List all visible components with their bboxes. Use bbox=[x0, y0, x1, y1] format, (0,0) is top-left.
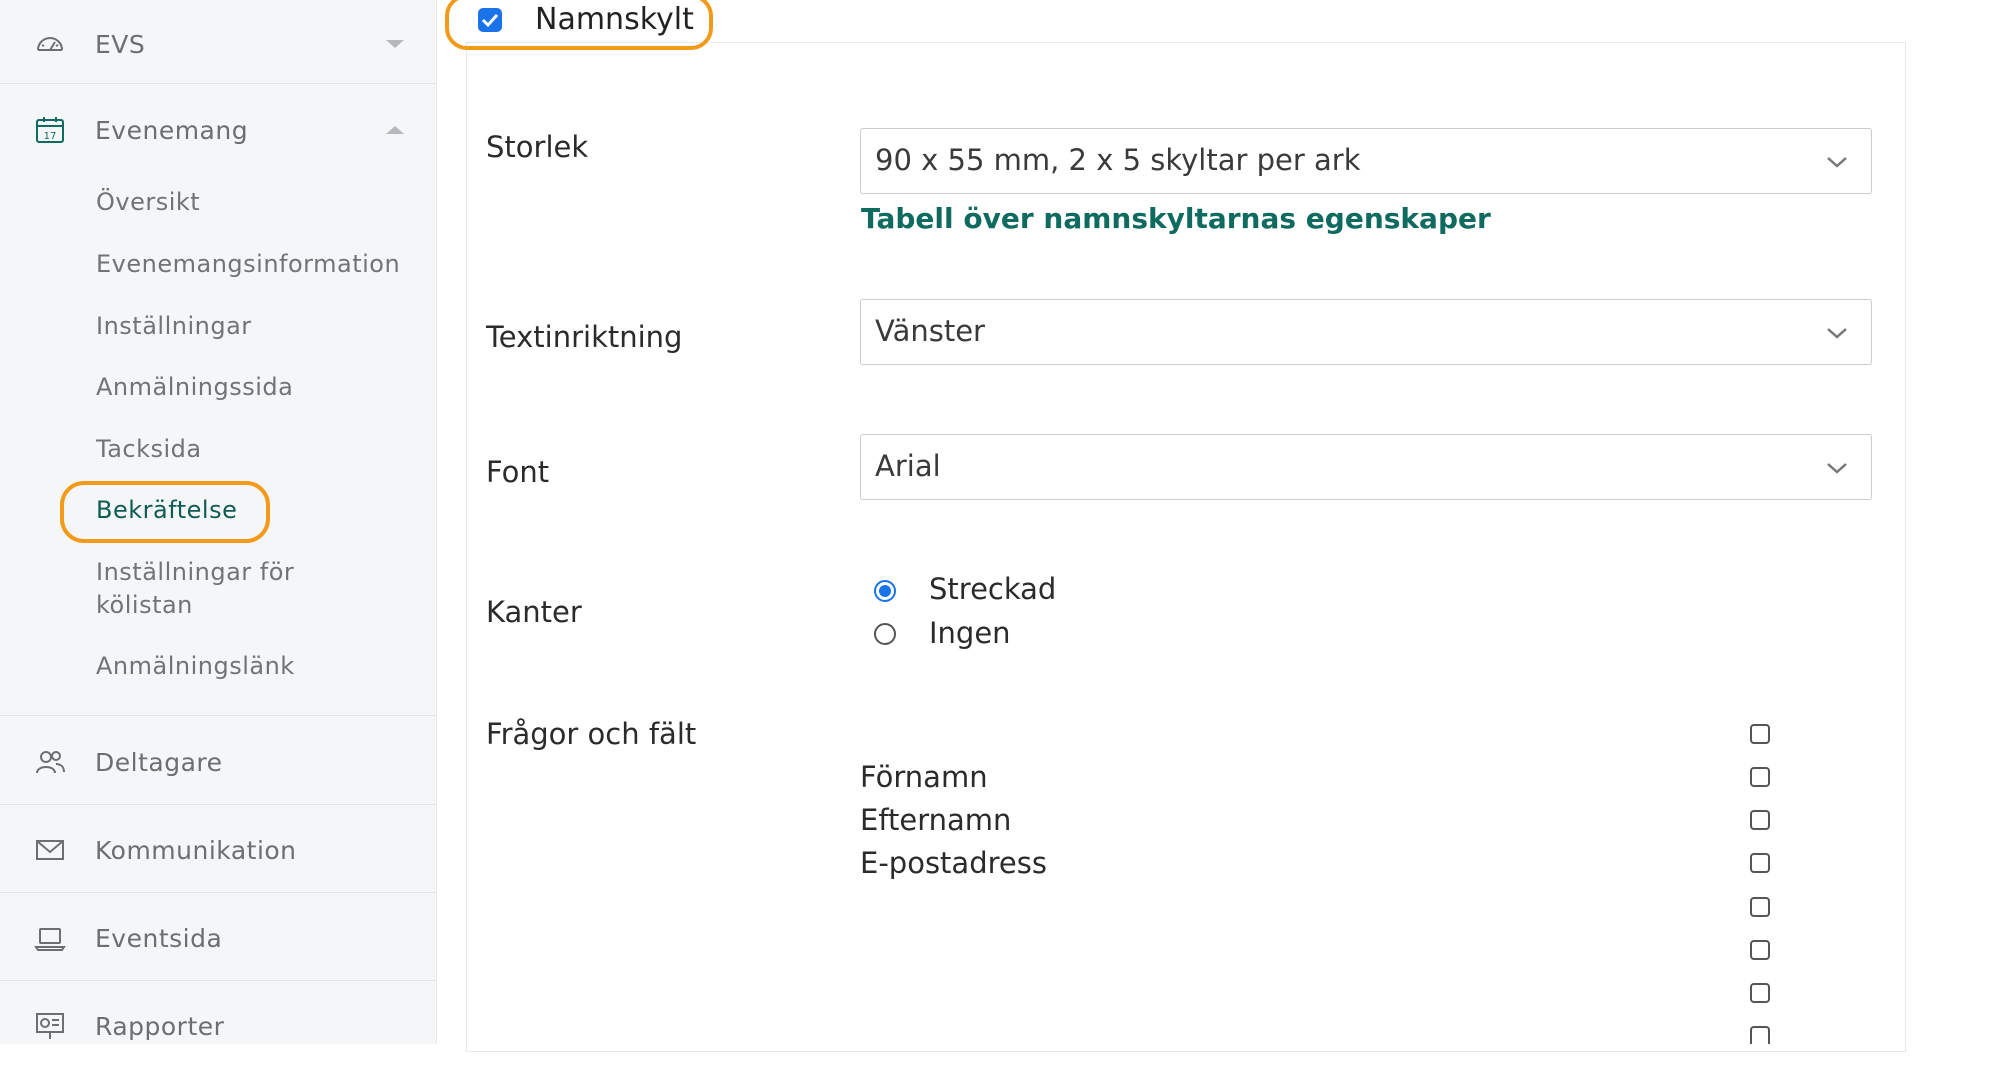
radio-ingen-label: Ingen bbox=[929, 616, 1011, 650]
question-checkbox[interactable] bbox=[1750, 1026, 1770, 1044]
question-checkbox[interactable] bbox=[1750, 724, 1770, 744]
storlek-select[interactable]: 90 x 55 mm, 2 x 5 skyltar per ark bbox=[860, 128, 1872, 194]
kanter-label: Kanter bbox=[486, 595, 582, 629]
question-checkbox[interactable] bbox=[1750, 853, 1770, 873]
question-checkbox[interactable] bbox=[1750, 940, 1770, 960]
chevron-down-icon bbox=[386, 40, 404, 48]
question-checkbox[interactable] bbox=[1750, 810, 1770, 830]
sidebar-subitem-tacksida[interactable]: Tacksida bbox=[96, 433, 202, 466]
sidebar-item-label: EVS bbox=[95, 29, 146, 59]
font-select[interactable]: Arial bbox=[860, 434, 1872, 500]
question-checkbox[interactable] bbox=[1750, 897, 1770, 917]
sidebar-subitem-anmalningslank[interactable]: Anmälningslänk bbox=[96, 650, 295, 683]
sidebar-item-kommunikation[interactable]: Kommunikation bbox=[0, 806, 436, 894]
sidebar-subitem-label-line1: Inställningar för bbox=[96, 558, 295, 586]
sidebar-divider bbox=[0, 83, 436, 84]
sidebar-item-label: Kommunikation bbox=[95, 835, 297, 865]
question-fornamn: Förnamn bbox=[860, 760, 988, 794]
radio-streckad[interactable] bbox=[874, 580, 896, 602]
sidebar-divider bbox=[0, 715, 436, 716]
envelope-icon bbox=[36, 840, 64, 860]
chevron-down-icon bbox=[1827, 328, 1847, 339]
sidebar-item-deltagare[interactable]: Deltagare bbox=[0, 718, 436, 806]
dashboard-gauge-icon bbox=[37, 37, 63, 51]
question-checkbox[interactable] bbox=[1750, 767, 1770, 787]
fragor-label: Frågor och fält bbox=[486, 717, 697, 751]
sidebar-item-label: Eventsida bbox=[95, 923, 223, 953]
question-checkbox[interactable] bbox=[1750, 983, 1770, 1003]
svg-text:17: 17 bbox=[44, 131, 57, 142]
sidebar-item-evenemang[interactable]: 17 Evenemang bbox=[0, 86, 436, 174]
laptop-icon bbox=[34, 928, 66, 951]
chevron-up-icon bbox=[386, 126, 404, 134]
sidebar-subitem-anmalningssida[interactable]: Anmälningssida bbox=[96, 371, 293, 404]
sidebar-subitem-evenemangsinformation[interactable]: Evenemangsinformation bbox=[96, 248, 400, 281]
sidebar-item-eventsida[interactable]: Eventsida bbox=[0, 894, 436, 982]
font-select-value: Arial bbox=[875, 449, 941, 483]
sidebar-subitem-kolistan[interactable]: Inställningar för kölistan bbox=[96, 556, 294, 622]
font-label: Font bbox=[486, 455, 550, 489]
radio-ingen[interactable] bbox=[874, 623, 896, 645]
sidebar-item-label: Rapporter bbox=[95, 1011, 225, 1041]
textinriktning-label: Textinriktning bbox=[486, 320, 683, 354]
calendar-icon: 17 bbox=[36, 117, 64, 143]
highlight-annotation bbox=[60, 481, 270, 543]
storlek-select-value: 90 x 55 mm, 2 x 5 skyltar per ark bbox=[875, 143, 1361, 177]
sidebar-item-evs[interactable]: EVS bbox=[0, 0, 436, 88]
sidebar-item-label: Deltagare bbox=[95, 747, 223, 777]
sidebar-divider bbox=[0, 804, 436, 805]
sidebar-divider bbox=[0, 892, 436, 893]
sidebar-divider bbox=[0, 980, 436, 981]
sidebar-subitem-label-line2: kölistan bbox=[96, 591, 193, 619]
sidebar: EVS 17 Evenemang Översikt Evenemangsinfo… bbox=[0, 0, 437, 1044]
sidebar-item-label: Evenemang bbox=[95, 115, 249, 145]
radio-streckad-label: Streckad bbox=[929, 572, 1057, 606]
sidebar-item-rapporter[interactable]: Rapporter bbox=[0, 982, 436, 1070]
question-epostadress: E-postadress bbox=[860, 846, 1047, 880]
sidebar-subitem-installningar[interactable]: Inställningar bbox=[96, 310, 252, 343]
storlek-label: Storlek bbox=[486, 130, 589, 164]
chevron-down-icon bbox=[1827, 463, 1847, 474]
chevron-down-icon bbox=[1827, 157, 1847, 168]
presentation-chart-icon bbox=[36, 1013, 64, 1039]
textinriktning-select-value: Vänster bbox=[875, 314, 985, 348]
people-icon bbox=[36, 751, 65, 774]
sidebar-subitem-oversikt[interactable]: Översikt bbox=[96, 186, 200, 219]
textinriktning-select[interactable]: Vänster bbox=[860, 299, 1872, 365]
highlight-annotation bbox=[445, 0, 713, 50]
question-efternamn: Efternamn bbox=[860, 803, 1012, 837]
nameplate-properties-link[interactable]: Tabell över namnskyltarnas egenskaper bbox=[861, 202, 1491, 235]
